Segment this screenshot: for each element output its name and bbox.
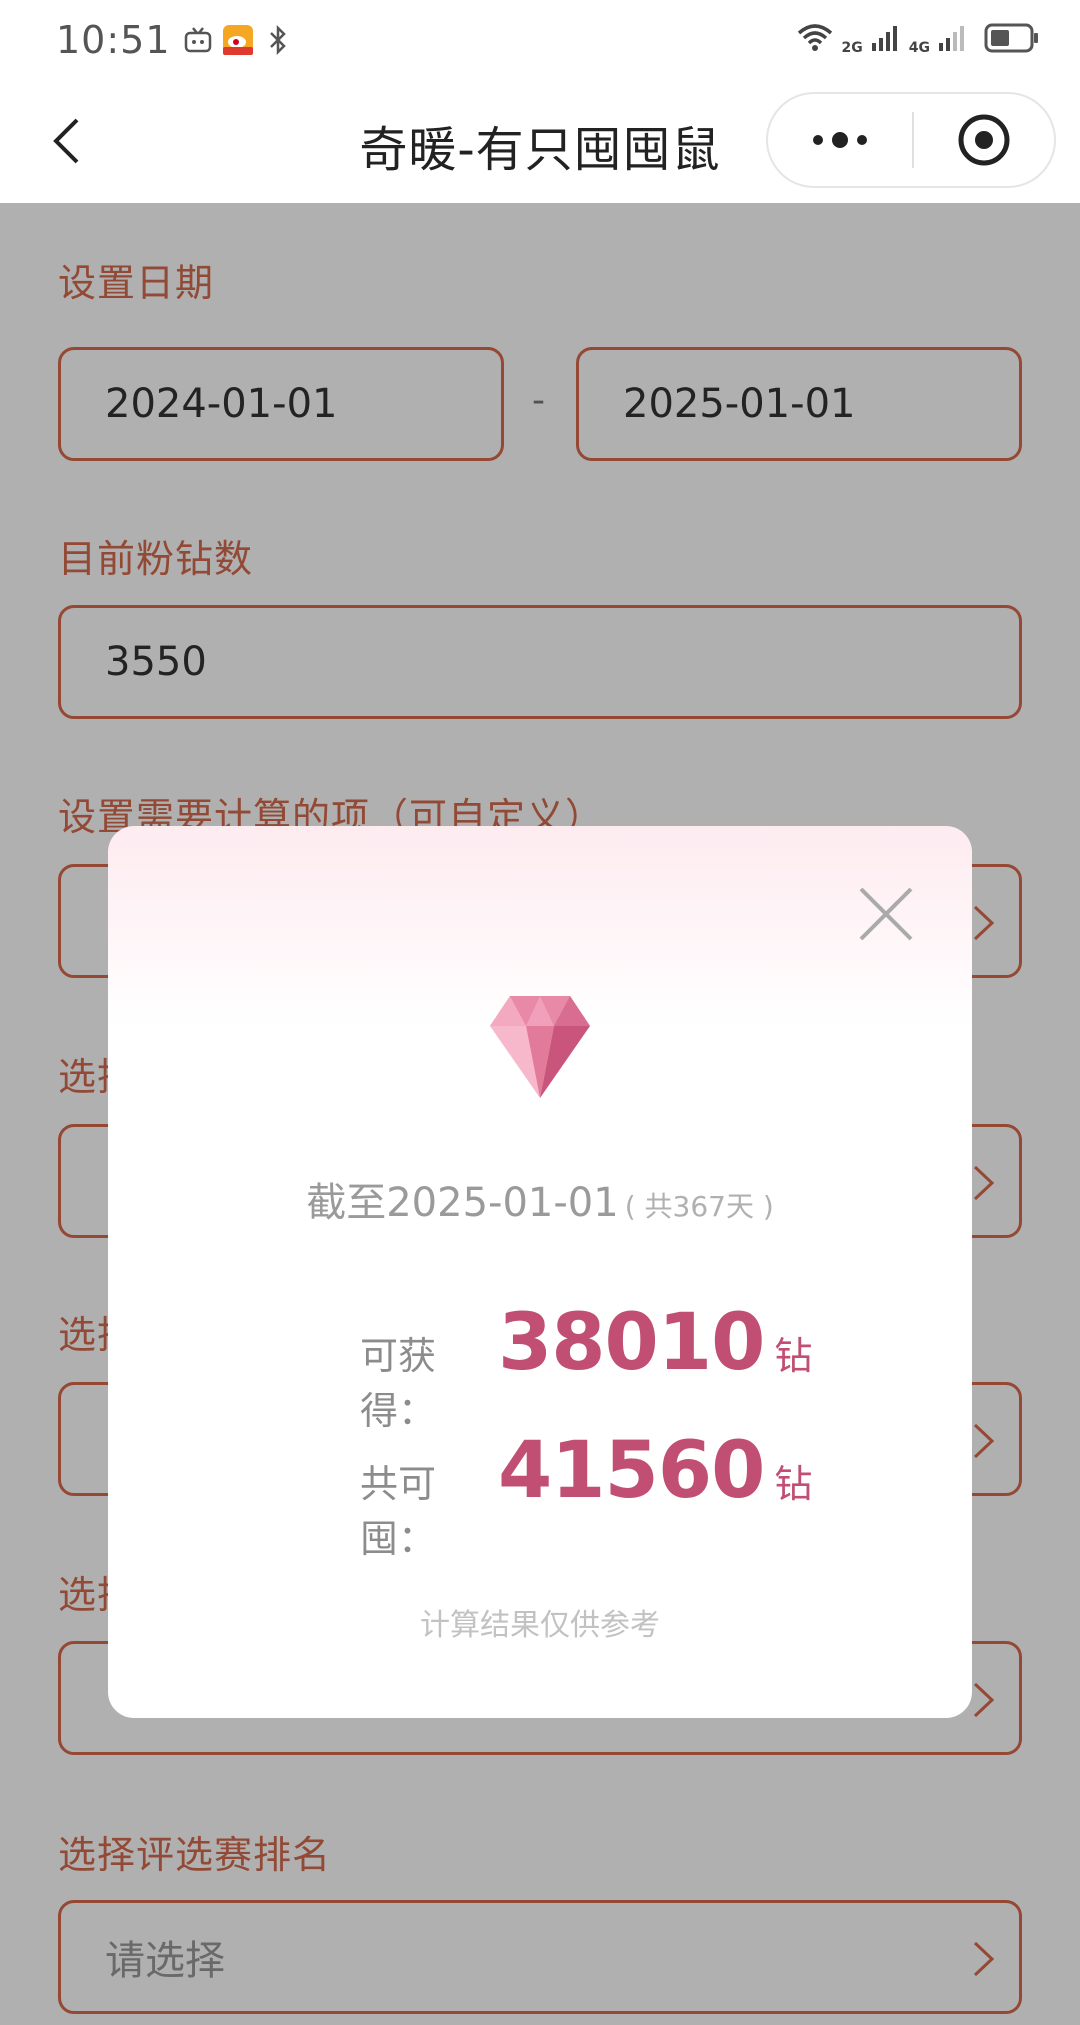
close-button[interactable] (858, 886, 914, 942)
bluetooth-icon (263, 25, 293, 55)
chevron-left-icon (53, 118, 79, 164)
pink-diamond-icon (488, 994, 592, 1100)
wifi-icon (796, 23, 834, 57)
status-time: 10:51 (56, 18, 171, 62)
signal-icon (938, 23, 968, 57)
total-unit: 钻 (774, 1462, 813, 1506)
weibo-app-icon (222, 25, 253, 55)
obtainable-value: 38010 (498, 1298, 765, 1388)
exit-miniprogram-button[interactable] (914, 94, 1054, 186)
status-bar: 10:51 2G 4G (0, 0, 1080, 80)
tv-app-icon (183, 25, 213, 55)
signal-icon (871, 23, 901, 57)
disclaimer-text: 计算结果仅供参考 (420, 1608, 660, 1643)
back-button[interactable] (36, 110, 96, 172)
network-2g-label: 2G (841, 40, 863, 56)
network-4g-label: 4G (908, 40, 930, 56)
close-icon (859, 887, 913, 941)
result-modal: 截至2025-01-01( 共367天 ) 可获得： 38010 钻 共可囤： … (108, 826, 972, 1718)
obtainable-label: 可获得： (360, 1334, 437, 1433)
obtainable-unit: 钻 (774, 1334, 813, 1378)
target-circle-icon (958, 114, 1010, 166)
total-row: 共可囤： 41560 钻 (360, 1426, 812, 1563)
status-system-icons: 2G 4G (796, 22, 1040, 58)
deadline-text: 截至2025-01-01( 共367天 ) (108, 1170, 972, 1228)
battery-icon (984, 22, 1040, 58)
obtainable-row: 可获得： 38010 钻 (360, 1298, 812, 1435)
miniprogram-capsule (766, 92, 1056, 188)
deadline-date: 2025-01-01 (386, 1180, 619, 1226)
more-button[interactable] (768, 94, 912, 186)
status-notification-icons (183, 25, 293, 55)
deadline-prefix: 截至 (306, 1180, 387, 1226)
total-value: 41560 (498, 1426, 765, 1516)
more-dots-icon (813, 132, 867, 148)
total-label: 共可囤： (360, 1462, 437, 1561)
nav-bar: 奇暖-有只囤囤鼠 (0, 80, 1080, 203)
deadline-days: ( 共367天 ) (624, 1190, 774, 1223)
